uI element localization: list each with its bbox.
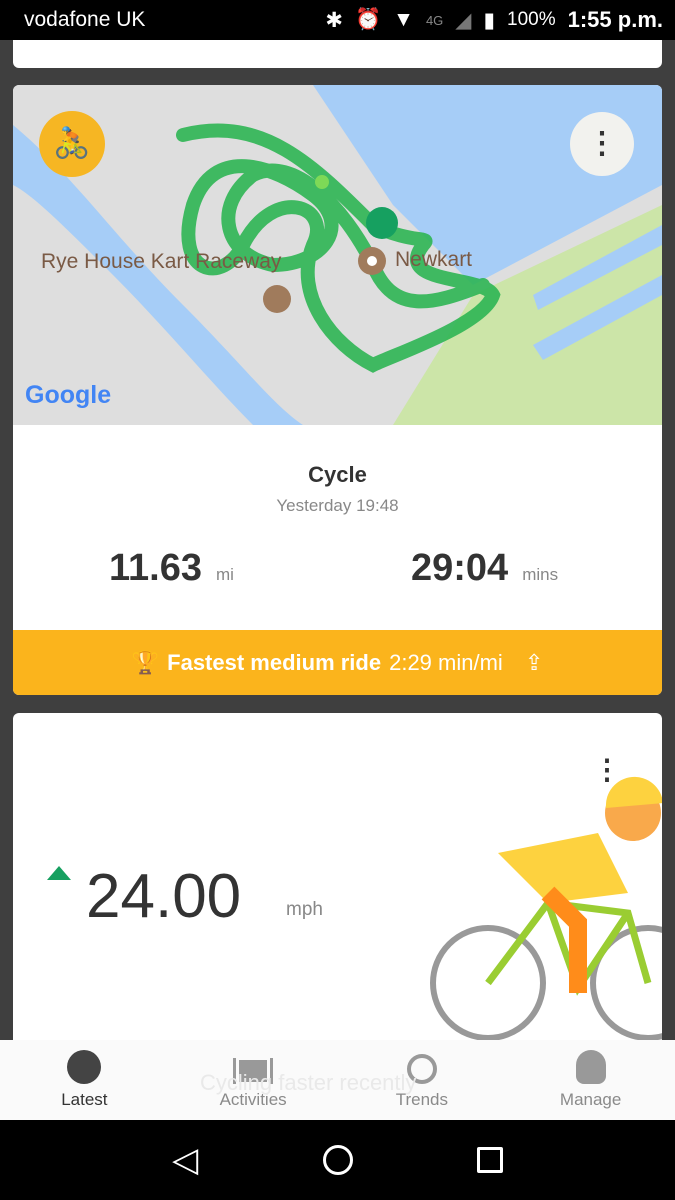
distance-value: 11.63 [109, 547, 202, 589]
more-options-button[interactable]: ⋮ [570, 112, 634, 176]
cycle-badge-icon: 🚴 [39, 111, 105, 177]
alarm-icon: ⏰ [355, 8, 382, 31]
network-type: 4G [425, 12, 444, 28]
profile-icon [575, 1050, 606, 1084]
clock: 1:55 p.m. [567, 7, 663, 32]
tab-label: Manage [559, 1090, 622, 1109]
trends-search-icon [406, 1054, 437, 1084]
clock-icon [67, 1050, 102, 1084]
battery-icon: ▮ [483, 8, 496, 32]
raceway-label: Rye House Kart Raceway [41, 250, 282, 273]
route-map[interactable]: 🚴 ⋮ Rye House Kart Raceway Newkart Googl… [13, 85, 662, 425]
status-bar: vodafone UK ✱ ⏰ ▼ 4G ◢ ▮ 100% 1:55 p.m. [0, 0, 675, 40]
speed-value: 24.00 [86, 862, 242, 931]
trend-up-icon [47, 866, 71, 880]
bluetooth-icon: ✱ [325, 8, 343, 32]
back-button[interactable]: ◁ [172, 1140, 198, 1180]
trophy-icon: 🏆 [131, 649, 160, 675]
duration-unit: mins [522, 565, 559, 584]
signal-icon: ◢ [455, 8, 472, 32]
activity-time: Yesterday 19:48 [276, 496, 399, 515]
duration-stat: 29:04 mins [411, 547, 558, 590]
android-nav-bar: ◁ [0, 1120, 675, 1200]
tab-label: Latest [61, 1090, 108, 1109]
tab-trends[interactable]: Trends [338, 1040, 507, 1120]
duration-value: 29:04 [411, 547, 509, 589]
recents-button[interactable] [476, 1147, 503, 1173]
share-icon[interactable]: ⇪ [525, 650, 543, 676]
carrier: vodafone UK [24, 8, 146, 31]
wifi-icon: ▼ [393, 8, 414, 31]
cyclist-illustration [430, 776, 662, 1041]
tab-latest[interactable]: Latest [0, 1040, 169, 1120]
achievement-banner[interactable]: 🏆 Fastest medium ride 2:29 min/mi ⇪ [13, 630, 662, 695]
previous-card [13, 40, 662, 68]
bottom-nav: Latest Activities Trends Manage Cycling … [0, 1040, 675, 1120]
speed-unit: mph [286, 899, 323, 920]
raceway-pin-icon [263, 285, 291, 313]
google-logo: Google [25, 381, 112, 409]
trend-card[interactable]: ⋮ 24.00 mph [13, 713, 662, 1053]
activity-type: Cycle [308, 462, 367, 487]
achievement-title: Fastest medium ride [167, 649, 382, 675]
achievement-value: 2:29 min/mi [389, 649, 503, 675]
finish-flag-icon [366, 207, 398, 239]
tab-manage[interactable]: Manage [506, 1040, 675, 1120]
tab-label: Trends [395, 1090, 449, 1109]
newkart-label: Newkart [395, 248, 473, 271]
activity-card[interactable]: 🚴 ⋮ Rye House Kart Raceway Newkart Googl… [13, 85, 662, 695]
home-button[interactable] [322, 1145, 353, 1175]
tab-activities[interactable]: Activities [169, 1040, 338, 1120]
battery-level: 100% [507, 9, 556, 30]
distance-unit: mi [216, 565, 234, 584]
tab-label: Activities [219, 1090, 287, 1109]
distance-stat: 11.63 mi [109, 547, 234, 590]
activities-icon [233, 1058, 274, 1084]
